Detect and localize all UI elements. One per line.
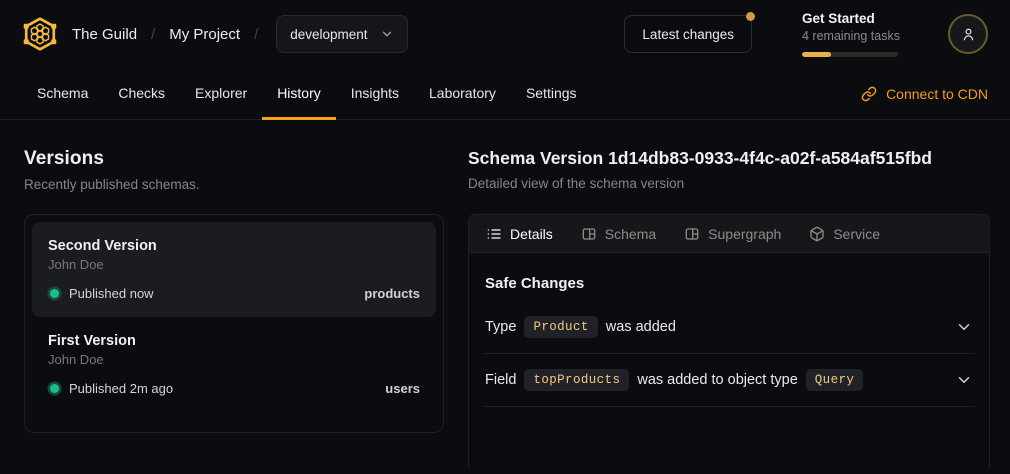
change-code-badge: topProducts — [524, 369, 629, 391]
safe-changes-section: Safe Changes Type Product was added Fiel… — [469, 253, 989, 407]
cube-icon — [809, 226, 825, 242]
tab-supergraph[interactable]: Supergraph — [684, 226, 781, 242]
chevron-down-icon — [380, 27, 394, 41]
version-detail-panel: Details Schema Sup — [468, 214, 990, 468]
published-status-dot — [50, 289, 59, 298]
change-text: was added to object type — [637, 372, 797, 388]
breadcrumb-separator: / — [151, 26, 155, 43]
get-started-widget[interactable]: Get Started 4 remaining tasks — [802, 11, 898, 57]
target-selector[interactable]: development — [276, 15, 407, 53]
tab-insights[interactable]: Insights — [336, 68, 414, 120]
target-selector-value: development — [290, 27, 367, 42]
user-avatar[interactable] — [948, 14, 988, 54]
version-list-item[interactable]: First Version John Doe Published 2m ago … — [32, 317, 436, 412]
get-started-subtitle: 4 remaining tasks — [802, 28, 898, 46]
tab-laboratory[interactable]: Laboratory — [414, 68, 511, 120]
schema-version-subtitle: Detailed view of the schema version — [468, 176, 990, 191]
version-list-item[interactable]: Second Version John Doe Published now pr… — [32, 222, 436, 317]
get-started-progressbar — [802, 52, 898, 57]
versions-subtitle: Recently published schemas. — [24, 177, 444, 192]
main-nav: Schema Checks Explorer History Insights … — [0, 68, 1010, 120]
change-row[interactable]: Field topProducts was added to object ty… — [483, 354, 975, 407]
breadcrumb-separator: / — [254, 26, 258, 43]
nav-tabs: Schema Checks Explorer History Insights … — [22, 68, 592, 119]
app-header: The Guild / My Project / development Lat… — [0, 0, 1010, 68]
change-row[interactable]: Type Product was added — [483, 301, 975, 354]
link-icon — [861, 86, 877, 102]
chevron-down-icon[interactable] — [955, 371, 973, 389]
latest-changes-label: Latest changes — [642, 27, 734, 42]
columns-icon — [581, 226, 597, 242]
breadcrumb-project[interactable]: My Project — [169, 26, 240, 43]
tab-service[interactable]: Service — [809, 226, 880, 242]
published-status: Published 2m ago — [69, 381, 173, 396]
chevron-down-icon[interactable] — [955, 318, 973, 336]
version-detail-column: Schema Version 1d14db83-0933-4f4c-a02f-a… — [468, 148, 990, 474]
change-code-badge: Product — [524, 316, 597, 338]
latest-changes-button[interactable]: Latest changes — [624, 15, 752, 53]
version-name: First Version — [48, 333, 420, 349]
main-content: Versions Recently published schemas. Sec… — [0, 120, 1010, 474]
versions-column: Versions Recently published schemas. Sec… — [24, 148, 444, 474]
version-author: John Doe — [48, 257, 420, 272]
change-code-badge: Query — [806, 369, 864, 391]
tab-service-label: Service — [833, 226, 880, 242]
tab-schema[interactable]: Schema — [22, 68, 103, 120]
change-text: was added — [606, 319, 676, 335]
safe-changes-title: Safe Changes — [485, 275, 973, 292]
tab-schema-view-label: Schema — [605, 226, 656, 242]
versions-list: Second Version John Doe Published now pr… — [24, 214, 444, 433]
tab-schema-view[interactable]: Schema — [581, 226, 656, 242]
list-icon — [486, 226, 502, 242]
version-service-name: products — [364, 286, 420, 301]
change-text: Type — [485, 319, 516, 335]
user-icon — [960, 26, 977, 43]
tab-checks[interactable]: Checks — [103, 68, 180, 120]
tab-supergraph-label: Supergraph — [708, 226, 781, 242]
notification-dot — [746, 12, 755, 21]
tab-explorer[interactable]: Explorer — [180, 68, 262, 120]
connect-to-cdn-label: Connect to CDN — [886, 86, 988, 102]
version-service-name: users — [385, 381, 420, 396]
detail-tabs: Details Schema Sup — [469, 215, 989, 253]
tab-history[interactable]: History — [262, 68, 336, 120]
published-status: Published now — [69, 286, 154, 301]
connect-to-cdn-link[interactable]: Connect to CDN — [861, 68, 988, 119]
tab-settings[interactable]: Settings — [511, 68, 592, 120]
hive-logo-icon[interactable] — [22, 16, 58, 52]
version-name: Second Version — [48, 238, 420, 254]
schema-version-title: Schema Version 1d14db83-0933-4f4c-a02f-a… — [468, 148, 990, 169]
tab-details-label: Details — [510, 226, 553, 242]
get-started-title: Get Started — [802, 11, 898, 28]
published-status-dot — [50, 384, 59, 393]
get-started-progress-fill — [802, 52, 831, 57]
versions-title: Versions — [24, 148, 444, 170]
columns-icon — [684, 226, 700, 242]
version-author: John Doe — [48, 352, 420, 367]
tab-details[interactable]: Details — [486, 226, 553, 242]
change-text: Field — [485, 372, 516, 388]
breadcrumb-org[interactable]: The Guild — [72, 26, 137, 43]
